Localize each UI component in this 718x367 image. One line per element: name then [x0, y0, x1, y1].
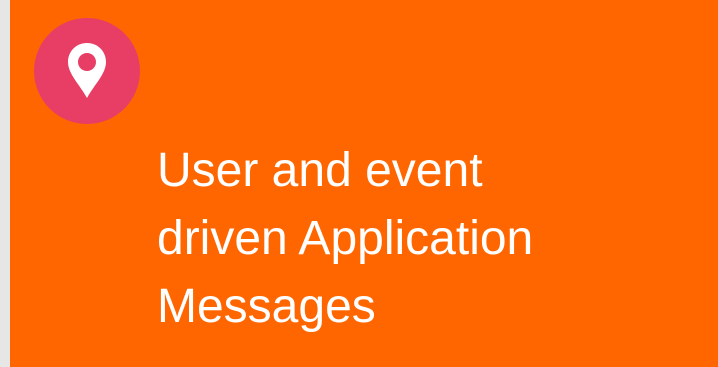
- tile-title: User and event driven Application Messag…: [157, 144, 534, 333]
- map-pin-icon: [68, 43, 106, 98]
- location-badge: [34, 18, 140, 124]
- feature-tile: User and event driven Application Messag…: [10, 0, 718, 367]
